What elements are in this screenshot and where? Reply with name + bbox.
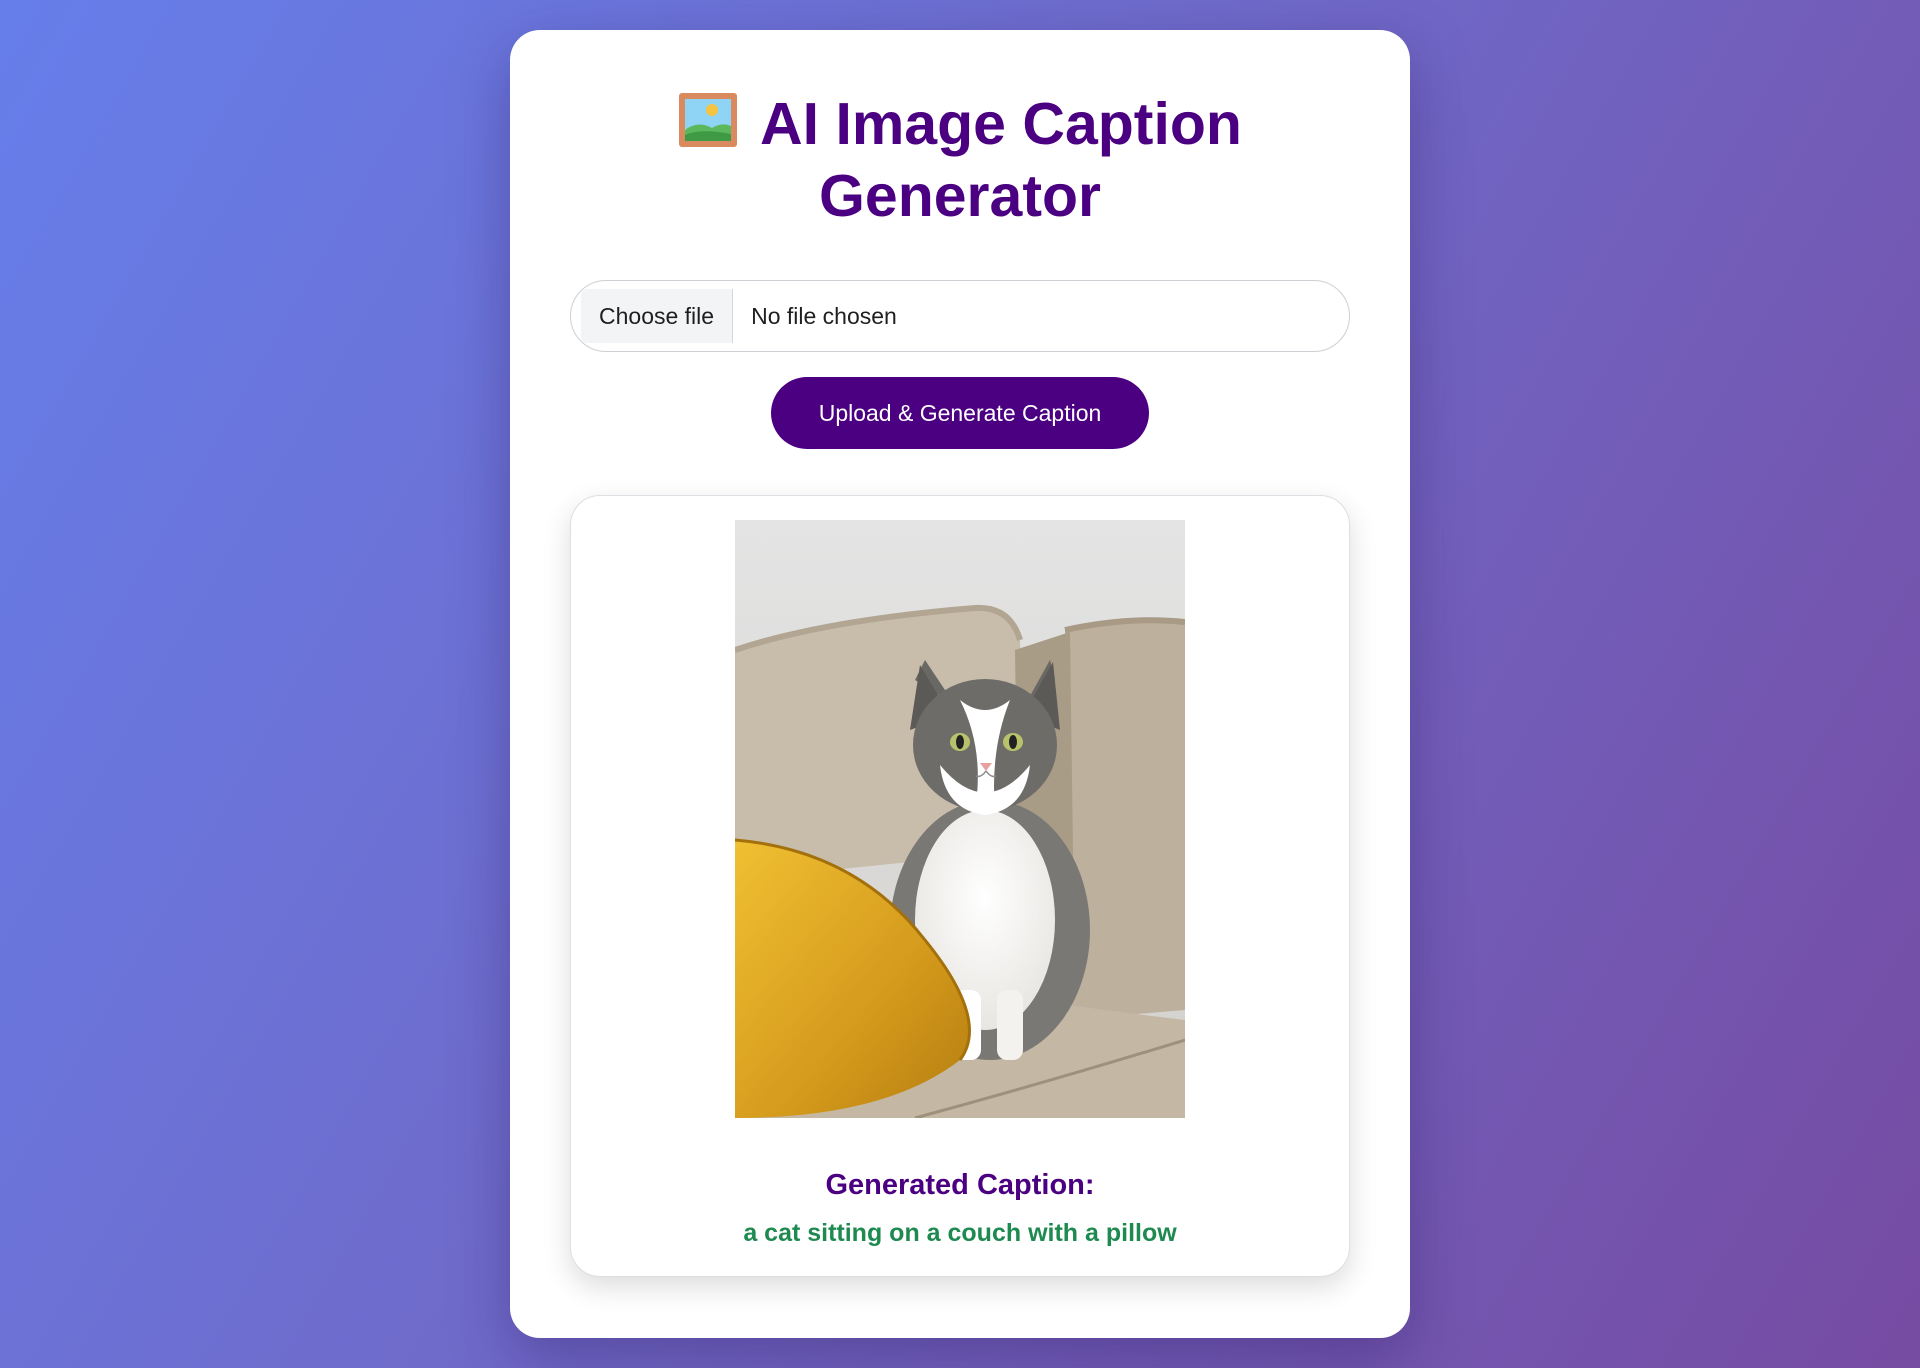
framed-picture-icon xyxy=(678,92,738,148)
page-title-text: AI Image Caption Generator xyxy=(760,91,1242,229)
page-title: AI Image Caption Generator xyxy=(510,88,1410,232)
result-panel: Generated Caption: a cat sitting on a co… xyxy=(570,495,1350,1277)
caption-heading: Generated Caption: xyxy=(825,1169,1095,1201)
main-card: AI Image Caption Generator Choose file N… xyxy=(510,30,1410,1338)
choose-file-button[interactable]: Choose file xyxy=(581,289,734,343)
uploaded-cat-image xyxy=(735,520,1185,1118)
file-input[interactable]: Choose file No file chosen xyxy=(570,280,1350,352)
upload-generate-button[interactable]: Upload & Generate Caption xyxy=(771,377,1149,449)
generated-caption: a cat sitting on a couch with a pillow xyxy=(743,1219,1177,1247)
file-status-text: No file chosen xyxy=(751,302,897,329)
